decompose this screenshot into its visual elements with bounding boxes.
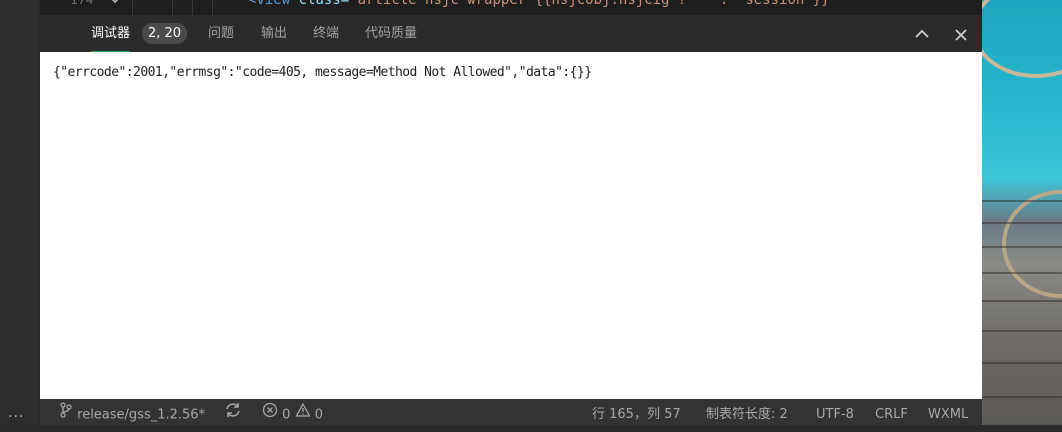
background-photo: [982, 0, 1062, 425]
cursor-position[interactable]: 行 165，列 57: [592, 399, 681, 425]
language-mode[interactable]: WXML: [928, 399, 968, 425]
line-number: 174: [70, 0, 94, 8]
git-branch-name: release/gss_1.2.56*: [77, 407, 206, 423]
indent-guide: [212, 0, 213, 15]
code-line[interactable]: <view class="article hsjc wrapper {{hsjc…: [248, 0, 838, 8]
error-count: 0: [282, 407, 291, 423]
tab-debugger[interactable]: 调试器: [91, 15, 131, 52]
more-actions-icon[interactable]: ...: [8, 405, 24, 421]
fold-chevron-icon[interactable]: [108, 0, 122, 8]
debugger-console[interactable]: {"errcode":2001,"errmsg":"code=405, mess…: [40, 52, 982, 399]
sync-button[interactable]: [224, 399, 242, 425]
panel-header: 调试器 2, 20 问题 输出 终端 代码质量: [40, 15, 982, 52]
git-branch-icon: [59, 399, 73, 431]
warning-count: 0: [314, 407, 323, 423]
code-string: "article hsjc wrapper {{hsjcObj.hsjcig ?…: [349, 0, 839, 8]
file-encoding[interactable]: UTF-8: [816, 399, 854, 425]
git-branch-item[interactable]: release/gss_1.2.56*: [59, 399, 205, 425]
indent-guide: [172, 0, 173, 15]
code-tag: <view: [248, 0, 291, 8]
tab-output[interactable]: 输出: [261, 15, 287, 52]
indent-guide: [192, 0, 193, 15]
tab-terminal[interactable]: 终端: [313, 15, 339, 52]
error-icon: [262, 399, 278, 431]
console-output-line: {"errcode":2001,"errmsg":"code=405, mess…: [53, 65, 592, 80]
editor-area[interactable]: 174 <view class="article hsjc wrapper {{…: [40, 0, 982, 15]
tab-problems[interactable]: 问题: [208, 15, 234, 52]
problems-summary[interactable]: 0 0: [262, 399, 323, 425]
close-icon[interactable]: [950, 23, 972, 45]
warning-icon: [294, 399, 311, 431]
bottom-panel: 调试器 2, 20 问题 输出 终端 代码质量 {"errcode":2001,…: [40, 15, 982, 399]
debugger-count-badge: 2, 20: [142, 23, 188, 44]
indent-guide: [132, 0, 133, 15]
tab-code-quality[interactable]: 代码质量: [365, 15, 417, 52]
sync-icon: [224, 399, 242, 431]
activity-bar: ...: [0, 0, 40, 425]
line-ending[interactable]: CRLF: [875, 399, 908, 425]
code-attribute: class=: [290, 0, 350, 8]
status-bar: release/gss_1.2.56* 0 0 行 165，列 57 制表符长度…: [40, 399, 982, 425]
chevron-up-icon[interactable]: [911, 23, 933, 45]
tab-size[interactable]: 制表符长度: 2: [706, 399, 788, 425]
